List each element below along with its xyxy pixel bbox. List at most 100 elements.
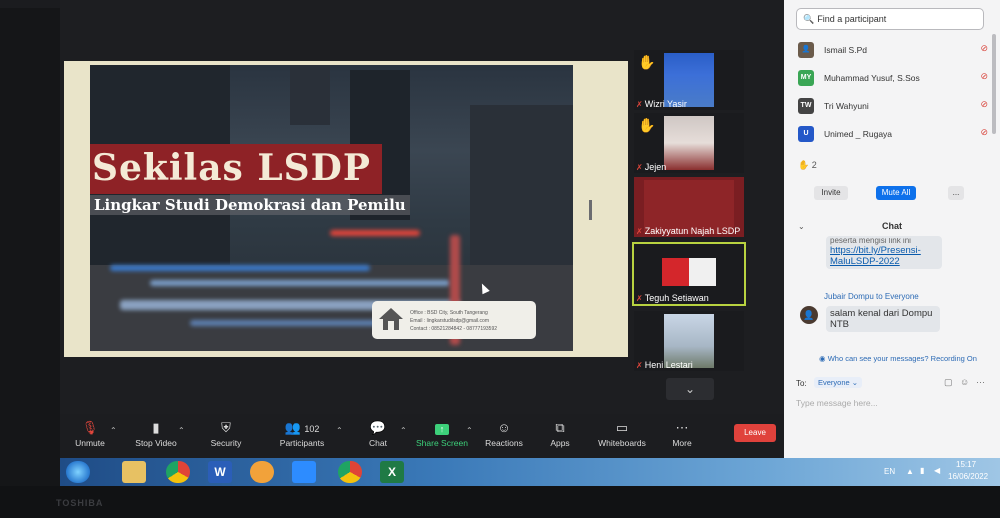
reactions-label: Reactions xyxy=(485,438,523,448)
zoom-icon[interactable] xyxy=(292,461,316,483)
gallery-more-button[interactable]: ⌄ xyxy=(666,378,714,400)
screen: Sekilas LSDP Lingkar Studi Demokrasi dan… xyxy=(60,0,1000,486)
splitter-handle[interactable] xyxy=(589,200,592,220)
participant-name: ✗ Wizri Yasir xyxy=(636,99,687,109)
video-caret-icon[interactable]: ⌃ xyxy=(178,426,185,435)
chrome-icon[interactable] xyxy=(166,461,190,483)
monitor-bezel-bottom xyxy=(0,486,1000,518)
participants-count: 102 xyxy=(304,424,320,434)
chat-link[interactable]: https://bit.ly/Presensi-MaluLSDP-2022 xyxy=(830,245,921,267)
clock-time[interactable]: 15:17 xyxy=(956,460,976,469)
excel-icon[interactable]: X xyxy=(380,461,404,483)
apps-button[interactable]: ⧉ Apps xyxy=(530,420,590,448)
invite-button[interactable]: Invite xyxy=(814,186,848,200)
reactions-button[interactable]: ☺ Reactions xyxy=(474,420,534,448)
participant-video xyxy=(664,116,714,170)
language-indicator[interactable]: EN xyxy=(884,467,895,476)
media-player-icon[interactable] xyxy=(250,461,274,483)
stop-video-button[interactable]: ▮ Stop Video xyxy=(126,420,186,448)
video-off-icon[interactable]: ⊘ xyxy=(980,127,988,138)
tray-expand-icon[interactable]: ▲ xyxy=(906,467,914,476)
chevron-down-icon: ⌄ xyxy=(684,382,696,396)
person-icon: 👤 xyxy=(801,46,811,53)
house-icon xyxy=(379,308,403,330)
gallery-tile[interactable]: ✋ ✗ Jejen xyxy=(634,113,744,173)
clock-date[interactable]: 16/06/2022 xyxy=(948,472,988,481)
office-line: Email : lingkarstudilsdp@gmail.com xyxy=(410,318,489,324)
office-line: Contact : 08521284842 - 08777193592 xyxy=(410,326,498,332)
participants-button[interactable]: 👥 102 Participants xyxy=(272,420,332,448)
more-dots-icon[interactable]: ⋯ xyxy=(976,377,985,388)
whiteboards-button[interactable]: ▭ Whiteboards xyxy=(592,420,652,448)
search-icon: 🔍 xyxy=(803,14,815,24)
unmute-caret-icon[interactable]: ⌃ xyxy=(110,426,117,435)
participants-label: Participants xyxy=(279,438,325,448)
chat-input[interactable]: Type message here... xyxy=(796,398,878,408)
participant-name: Unimed _ Rugaya xyxy=(824,129,893,139)
participant-row[interactable]: TW Tri Wahyuni ⊘ xyxy=(798,96,988,116)
video-camera-icon: ▮ xyxy=(152,420,160,435)
mute-all-button[interactable]: Mute All xyxy=(876,186,916,200)
gallery-tile-active[interactable]: ✗ Teguh Setiawan xyxy=(632,242,746,306)
whiteboards-label: Whiteboards xyxy=(598,438,646,448)
chat-title: Chat xyxy=(882,221,902,231)
participant-video xyxy=(662,258,716,286)
share-screen-label: Share Screen xyxy=(416,438,468,448)
video-off-icon[interactable]: ⊘ xyxy=(980,99,988,110)
emoji-icon[interactable]: ☺ xyxy=(960,377,969,387)
gallery-tile[interactable]: ✋ ✗ Wizri Yasir xyxy=(634,50,744,110)
participants-caret-icon[interactable]: ⌃ xyxy=(336,426,343,435)
participant-name: ✗ Zakiyyatun Najah LSDP xyxy=(636,226,741,236)
more-options-button[interactable]: ... xyxy=(948,186,964,200)
avatar: MY xyxy=(798,70,814,86)
muted-mic-icon: ✗ xyxy=(636,361,643,370)
share-screen-icon: ↑ xyxy=(412,420,472,436)
avatar: 👤 xyxy=(798,42,814,58)
security-button[interactable]: ⛨ Security xyxy=(196,420,256,448)
recipient-dropdown[interactable]: Everyone ⌄ xyxy=(814,377,863,388)
gallery-tile[interactable]: ✗ Heni Lestari xyxy=(634,311,744,371)
file-explorer-icon[interactable] xyxy=(122,461,146,483)
muted-mic-icon: ✗ xyxy=(636,294,643,303)
chat-button[interactable]: 💬 Chat xyxy=(348,420,408,448)
avatar: TW xyxy=(798,98,814,114)
whiteboard-icon: ▭ xyxy=(615,420,629,435)
chat-caret-icon[interactable]: ⌃ xyxy=(400,426,407,435)
share-caret-icon[interactable]: ⌃ xyxy=(466,426,473,435)
office-box: Office : BSD City, South Tangerang Email… xyxy=(372,301,536,339)
participant-name: ✗ Jejen xyxy=(636,162,667,172)
office-line: Office : BSD City, South Tangerang xyxy=(410,310,488,316)
participant-search-input[interactable]: 🔍 Find a participant xyxy=(796,8,984,30)
network-icon[interactable]: ▮ xyxy=(920,466,924,475)
chrome-icon[interactable] xyxy=(338,461,362,483)
word-icon[interactable]: W xyxy=(208,461,232,483)
volume-icon[interactable]: ◀ xyxy=(934,466,940,475)
recipient-value: Everyone xyxy=(818,378,850,387)
who-can-see-link[interactable]: ◉ Who can see your messages? Recording O… xyxy=(798,354,998,363)
slide-subtitle: Lingkar Studi Demokrasi dan Pemilu xyxy=(90,195,410,215)
participants-scrollbar[interactable] xyxy=(992,34,996,134)
participant-row[interactable]: 👤 Ismail S.Pd ⊘ xyxy=(798,40,988,60)
avatar: 👤 xyxy=(800,306,818,324)
eye-icon: ◉ xyxy=(819,354,826,363)
participant-row[interactable]: MY Muhammad Yusuf, S.Sos ⊘ xyxy=(798,68,988,88)
raised-hands-count: ✋ 2 xyxy=(798,160,817,170)
more-label: More xyxy=(672,438,692,448)
gallery-tile[interactable]: ✗ Zakiyyatun Najah LSDP xyxy=(634,177,744,237)
apps-label: Apps xyxy=(550,438,570,448)
chat-message: salam kenal dari Dompu NTB xyxy=(826,306,940,332)
video-off-icon[interactable]: ⊘ xyxy=(980,71,988,82)
chat-label: Chat xyxy=(369,438,387,448)
more-button[interactable]: ⋯ More xyxy=(652,420,712,448)
security-label: Security xyxy=(210,438,242,448)
file-icon[interactable]: ▢ xyxy=(944,377,953,388)
video-off-icon[interactable]: ⊘ xyxy=(980,43,988,54)
start-button[interactable] xyxy=(66,461,90,483)
unmute-label: Unmute xyxy=(75,438,105,448)
stop-video-label: Stop Video xyxy=(135,438,177,448)
leave-button[interactable]: Leave xyxy=(734,424,776,442)
share-screen-button[interactable]: ↑ Share Screen xyxy=(412,420,472,448)
participant-row[interactable]: U Unimed _ Rugaya ⊘ xyxy=(798,124,988,144)
participant-name: Muhammad Yusuf, S.Sos xyxy=(824,73,920,83)
chat-bubble-icon: 💬 xyxy=(369,420,387,435)
